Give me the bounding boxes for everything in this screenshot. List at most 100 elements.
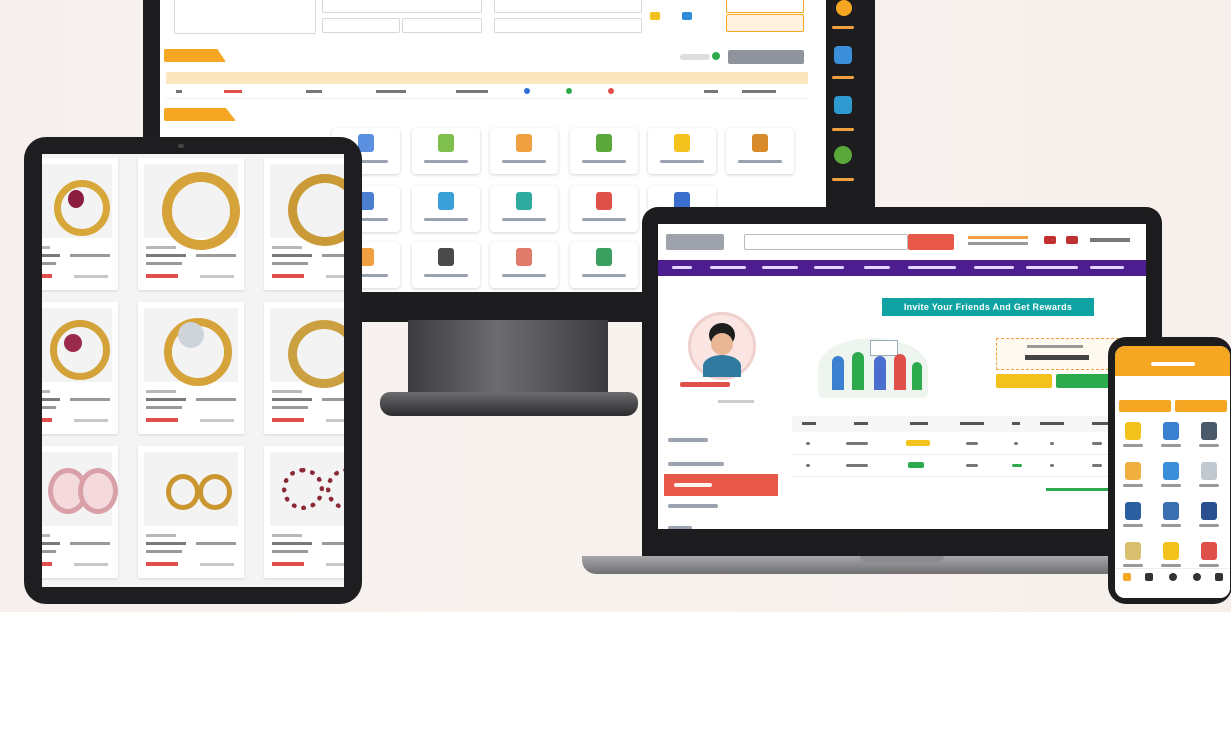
- app-tile[interactable]: [1195, 498, 1223, 534]
- product-card[interactable]: [42, 446, 118, 578]
- app-tile[interactable]: [1157, 458, 1185, 494]
- bottom-nav[interactable]: [1115, 568, 1230, 598]
- product-card[interactable]: [42, 302, 118, 434]
- sidebar-item[interactable]: [668, 438, 708, 442]
- logo: [666, 234, 724, 250]
- toolbar-icons[interactable]: [648, 10, 704, 30]
- ring-icon: [288, 320, 344, 388]
- ring-icon: [50, 320, 110, 380]
- product-card[interactable]: [42, 158, 118, 290]
- module-tile[interactable]: [412, 186, 480, 232]
- section-tab[interactable]: [164, 108, 236, 121]
- filter-input[interactable]: [494, 0, 642, 13]
- table-row[interactable]: [792, 434, 1142, 455]
- cart-icon[interactable]: [1145, 573, 1153, 581]
- product-card[interactable]: [264, 302, 344, 434]
- table-header: [166, 72, 808, 84]
- product-card[interactable]: [264, 158, 344, 290]
- profile-icon[interactable]: [1193, 573, 1201, 581]
- user-subtitle: [718, 400, 754, 403]
- app-tile[interactable]: [1157, 418, 1185, 454]
- invite-illustration: [808, 322, 938, 402]
- export-button[interactable]: [728, 50, 804, 64]
- menu-icon[interactable]: [1215, 573, 1223, 581]
- laptop-screen: Invite Your Friends And Get Rewards: [658, 224, 1146, 529]
- module-tile[interactable]: [570, 242, 638, 288]
- sidebar-item[interactable]: [668, 462, 724, 466]
- module-tile[interactable]: [490, 242, 558, 288]
- ring-icon: [288, 174, 344, 246]
- app-tab[interactable]: [1119, 400, 1171, 412]
- app-tile[interactable]: [1195, 458, 1223, 494]
- product-card[interactable]: [138, 302, 244, 434]
- filter-box[interactable]: [174, 0, 316, 34]
- module-tile[interactable]: [648, 128, 716, 174]
- table-header: [792, 416, 1142, 432]
- filter-input[interactable]: [494, 18, 642, 33]
- earring-icon: [282, 468, 324, 510]
- share-button[interactable]: [1056, 374, 1114, 388]
- home-icon[interactable]: [1123, 573, 1131, 581]
- app-tile[interactable]: [1119, 458, 1147, 494]
- avatar: [688, 312, 756, 380]
- pagination[interactable]: [680, 54, 710, 60]
- sidebar-label: [832, 76, 854, 79]
- product-card[interactable]: [138, 446, 244, 578]
- action-button[interactable]: [726, 14, 804, 32]
- sidebar-item-active[interactable]: [664, 474, 778, 496]
- module-tile[interactable]: [570, 186, 638, 232]
- sidebar-label: [832, 26, 854, 29]
- app-header: [1115, 346, 1230, 376]
- ring-icon: [162, 172, 240, 250]
- product-card[interactable]: [264, 446, 344, 578]
- earring-icon: [166, 474, 200, 510]
- section-tab[interactable]: [164, 49, 226, 62]
- tablet-camera: [178, 144, 184, 148]
- module-tile[interactable]: [490, 128, 558, 174]
- status-dot: [712, 52, 720, 60]
- monitor-base: [380, 392, 638, 416]
- contact-info: [968, 236, 1028, 239]
- filter-select[interactable]: [322, 18, 400, 33]
- copy-button[interactable]: [996, 374, 1052, 388]
- sidebar-icon[interactable]: [836, 0, 852, 16]
- laptop-notch: [860, 556, 944, 562]
- sidebar-item[interactable]: [668, 504, 718, 508]
- contact-info: [968, 242, 1028, 245]
- sidebar-icon[interactable]: [834, 146, 852, 164]
- module-tile[interactable]: [412, 242, 480, 288]
- sidebar-icon[interactable]: [834, 46, 852, 64]
- search-button[interactable]: [908, 234, 954, 250]
- module-tile[interactable]: [570, 128, 638, 174]
- sidebar-item[interactable]: [668, 526, 692, 529]
- invite-banner: Invite Your Friends And Get Rewards: [882, 298, 1094, 316]
- filter-select[interactable]: [402, 18, 482, 33]
- table-row[interactable]: [792, 456, 1142, 477]
- toolbar-icon[interactable]: [682, 12, 692, 20]
- module-tile[interactable]: [726, 128, 794, 174]
- monitor-stand: [408, 320, 608, 402]
- sidebar-label: [832, 178, 854, 181]
- action-button[interactable]: [726, 0, 804, 13]
- module-tile[interactable]: [490, 186, 558, 232]
- search-input[interactable]: [744, 234, 908, 250]
- search-icon[interactable]: [1169, 573, 1177, 581]
- cart-icon[interactable]: [1066, 236, 1078, 244]
- filter-input[interactable]: [322, 0, 482, 13]
- app-tile[interactable]: [1195, 418, 1223, 454]
- app-tile[interactable]: [1157, 498, 1185, 534]
- phone-screen: [1115, 346, 1230, 598]
- app-tab[interactable]: [1175, 400, 1227, 412]
- app-tile[interactable]: [1119, 418, 1147, 454]
- sidebar-icon[interactable]: [834, 96, 852, 114]
- app-tile[interactable]: [1119, 498, 1147, 534]
- table-row[interactable]: [166, 86, 808, 99]
- user-name: [680, 382, 730, 387]
- product-card[interactable]: [138, 158, 244, 290]
- sidebar-label: [832, 128, 854, 131]
- wishlist-icon[interactable]: [1044, 236, 1056, 244]
- main-navigation[interactable]: [658, 260, 1146, 276]
- module-tile[interactable]: [412, 128, 480, 174]
- user-menu[interactable]: [1090, 238, 1130, 242]
- toolbar-icon[interactable]: [650, 12, 660, 20]
